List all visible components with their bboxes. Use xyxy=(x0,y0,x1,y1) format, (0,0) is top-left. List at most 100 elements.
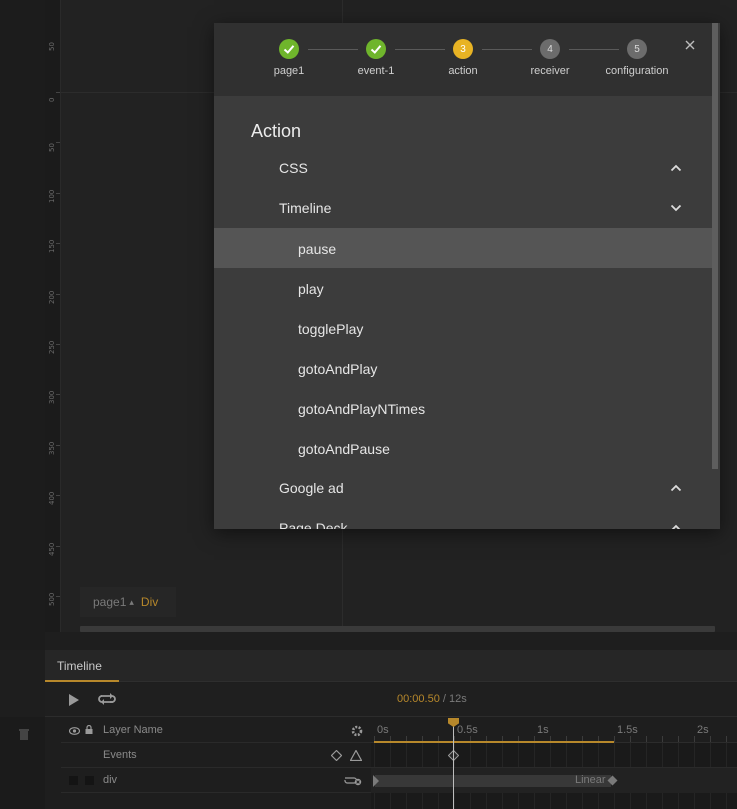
eye-icon[interactable] xyxy=(68,726,81,738)
time-ruler[interactable]: 0s 0.5s 1s 1.5s 2s xyxy=(371,718,737,743)
action-label: pause xyxy=(298,241,337,257)
playhead[interactable] xyxy=(453,718,454,809)
trash-icon[interactable] xyxy=(19,727,29,745)
action-item-gotoandplay[interactable]: gotoAndPlay xyxy=(214,348,712,388)
check-icon xyxy=(366,39,386,59)
step-action[interactable]: 3 action xyxy=(423,39,503,77)
chevron-down-icon xyxy=(670,204,682,212)
action-item-toggleplay[interactable]: togglePlay xyxy=(214,308,712,348)
tab-timeline[interactable]: Timeline xyxy=(45,650,119,682)
ruler-label: 0.5s xyxy=(457,724,478,736)
div-track[interactable]: Linear xyxy=(371,768,737,793)
ruler-tick-label: 400 xyxy=(48,491,56,506)
lock-icon[interactable] xyxy=(85,724,93,737)
wizard-stepper: page1 event-1 3 action 4 receiver 5 configurati… xyxy=(214,23,720,96)
loop-remove-icon[interactable] xyxy=(344,775,362,789)
action-item-play[interactable]: play xyxy=(214,268,712,308)
end-keyframe[interactable] xyxy=(607,775,618,786)
step-configuration[interactable]: 5 configuration xyxy=(597,39,677,77)
group-page-deck[interactable]: Page Deck xyxy=(214,508,712,529)
close-icon xyxy=(685,40,695,50)
ruler-tick-label: 100 xyxy=(48,189,56,203)
timeline-track-area[interactable]: 0s 0.5s 1s 1.5s 2s Linear xyxy=(371,718,737,809)
step-label: page1 xyxy=(273,65,305,77)
step-number: 5 xyxy=(627,39,647,59)
group-timeline[interactable]: Timeline xyxy=(214,188,712,228)
ruler-tick-label: 450 xyxy=(48,542,56,556)
action-label: play xyxy=(298,281,324,297)
gear-icon[interactable] xyxy=(351,725,363,740)
layer-row-events[interactable]: Events xyxy=(61,743,371,768)
time-tick xyxy=(630,736,631,742)
lock-toggle[interactable] xyxy=(85,776,94,785)
layer-name: Events xyxy=(103,749,137,761)
warning-icon[interactable] xyxy=(349,749,363,764)
dialog-scrollbar[interactable] xyxy=(712,23,720,529)
step-label: configuration xyxy=(605,65,669,77)
action-item-pause[interactable]: pause xyxy=(214,228,712,268)
layers-panel: Layer Name Events div xyxy=(61,718,371,809)
action-item-gotoandpause[interactable]: gotoAndPause xyxy=(214,428,712,468)
ruler-tick-label: 350 xyxy=(48,441,56,455)
events-track[interactable] xyxy=(371,743,737,768)
timeline-tab-bar: Timeline xyxy=(45,650,737,682)
total-time: / 12s xyxy=(439,693,467,705)
group-css[interactable]: CSS xyxy=(214,148,712,188)
page-selector-caret-icon[interactable]: ▴ xyxy=(129,597,134,608)
play-button[interactable] xyxy=(68,693,80,712)
group-label: CSS xyxy=(279,160,308,176)
scrollbar-thumb[interactable] xyxy=(712,23,718,469)
check-icon xyxy=(279,39,299,59)
ruler-tick-label: 500 xyxy=(48,592,56,606)
time-tick xyxy=(678,736,679,742)
loop-icon xyxy=(98,693,116,705)
step-event-1[interactable]: event-1 xyxy=(336,39,416,77)
add-keyframe-icon[interactable] xyxy=(330,749,343,764)
action-label: gotoAndPlayNTimes xyxy=(298,401,426,417)
time-readout: 00:00.50 / 12s xyxy=(397,693,467,705)
current-time: 00:00.50 xyxy=(397,693,440,705)
play-icon xyxy=(69,694,79,706)
group-label: Google ad xyxy=(279,480,344,496)
dialog-title: Action xyxy=(251,121,302,141)
action-list: Action CSS Timeline pause play togglePla… xyxy=(214,96,712,529)
group-label: Timeline xyxy=(279,200,332,216)
layer-name: div xyxy=(103,774,118,786)
action-label: togglePlay xyxy=(298,321,364,337)
canvas-breadcrumb: page1 ▴ Div xyxy=(80,587,176,617)
step-label: receiver xyxy=(530,65,570,77)
ruler-tick-label: 200 xyxy=(48,290,56,304)
time-tick xyxy=(710,736,711,742)
layer-row-div[interactable]: div xyxy=(61,768,371,793)
chevron-up-icon xyxy=(671,524,681,529)
timeline-controls: 00:00.50 / 12s xyxy=(45,683,737,717)
chevron-up-icon xyxy=(670,164,682,172)
ruler-tick-label: 50 xyxy=(48,143,56,153)
ruler-label: 0s xyxy=(377,724,389,736)
page-selector[interactable]: page1 xyxy=(93,595,126,609)
event-wizard-dialog: page1 event-1 3 action 4 receiver 5 configurati… xyxy=(214,23,720,529)
ruler-tick-label: 250 xyxy=(48,340,56,354)
action-label: gotoAndPause xyxy=(298,441,390,457)
layer-name-header: Layer Name xyxy=(103,724,163,736)
vertical-ruler: 0 50 100 150 200 250 300 350 400 450 500 50 xyxy=(45,0,61,632)
left-gutter xyxy=(0,0,45,650)
loop-button[interactable] xyxy=(97,692,117,711)
start-keyframe[interactable] xyxy=(372,775,380,787)
step-label: action xyxy=(448,65,478,77)
close-button[interactable] xyxy=(682,37,698,53)
easing-label: Linear xyxy=(575,774,606,786)
step-number: 4 xyxy=(540,39,560,59)
action-item-gotoandplayntimes[interactable]: gotoAndPlayNTimes xyxy=(214,388,712,428)
time-tick xyxy=(726,736,727,742)
step-receiver[interactable]: 4 receiver xyxy=(510,39,590,77)
layer-header-row: Layer Name xyxy=(61,718,371,743)
ruler-label: 2s xyxy=(697,724,709,736)
canvas-horizontal-scrollbar[interactable] xyxy=(80,626,715,632)
time-tick xyxy=(662,736,663,742)
visibility-toggle[interactable] xyxy=(69,776,78,785)
chevron-up-icon xyxy=(670,484,682,492)
time-tick xyxy=(694,736,695,742)
group-google-ad[interactable]: Google ad xyxy=(214,468,712,508)
step-page1[interactable]: page1 xyxy=(249,39,329,77)
